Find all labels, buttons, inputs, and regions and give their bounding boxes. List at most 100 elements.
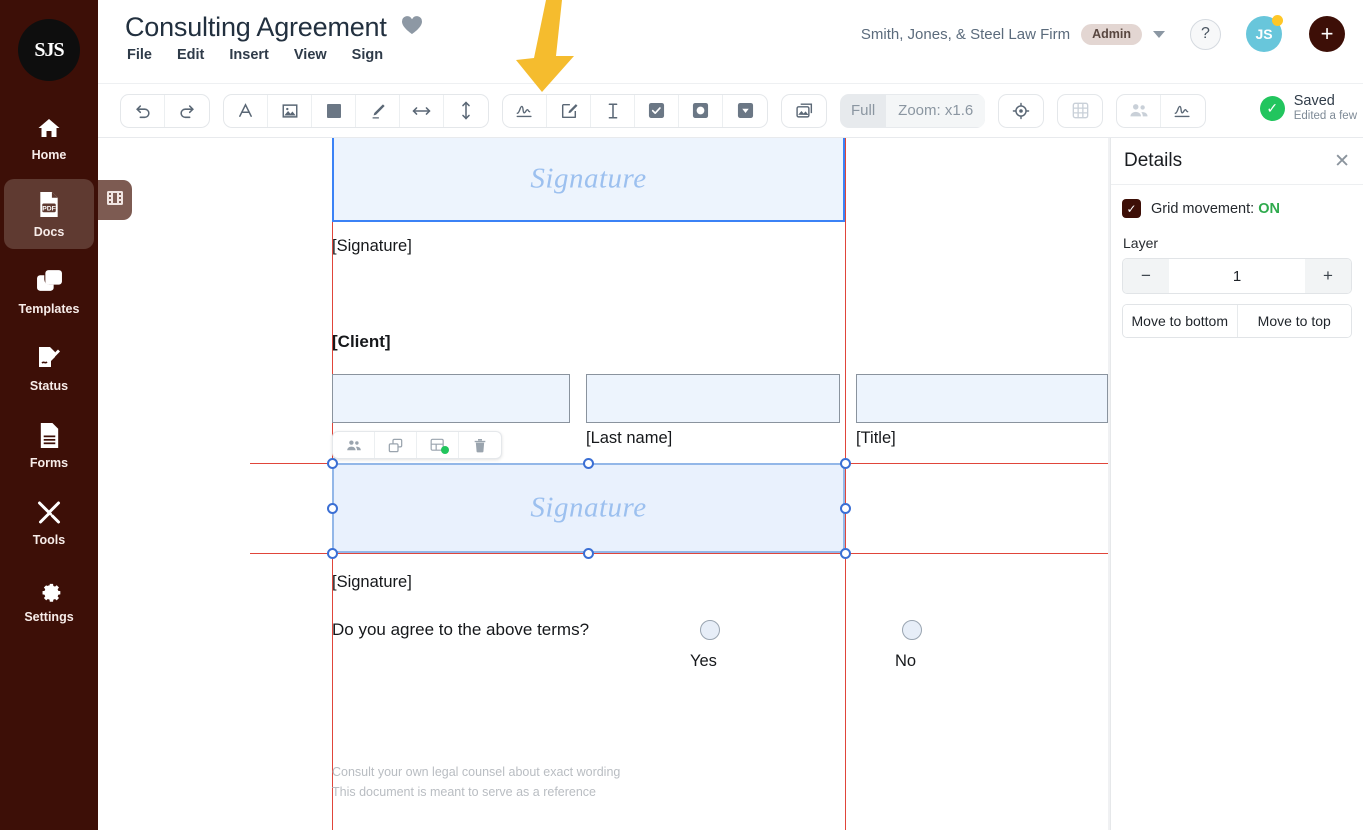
chevron-down-icon[interactable] [1153,30,1165,38]
signature-field-button[interactable] [503,94,547,127]
grid-movement-label: Grid movement: ON [1151,201,1280,217]
send-for-signature-button[interactable] [1161,95,1205,127]
redo-button[interactable] [165,95,209,127]
toolbar-group-history [120,93,210,128]
grid-toggle-button[interactable] [1058,95,1102,127]
add-button[interactable]: + [1309,16,1345,52]
sidebar-item-forms[interactable]: Forms [4,410,94,480]
text-field-button[interactable] [591,94,635,127]
delete-field-button[interactable] [459,432,501,458]
resize-handle-bottom-right[interactable] [839,547,851,559]
toolbar-group-fields [502,93,768,128]
stacked-images-icon [795,102,812,118]
help-button[interactable]: ? [1190,18,1221,50]
toolbar-group-fit [998,93,1045,128]
sidebar-label-settings: Settings [24,609,74,624]
resize-handle-top-center[interactable] [583,457,594,469]
menu-view[interactable]: View [294,47,327,63]
field-settings-button[interactable] [417,432,459,458]
footnote-line-1: Consult your own legal counsel about exa… [332,765,621,779]
menu-insert[interactable]: Insert [229,47,269,63]
duplicate-field-button[interactable] [375,432,417,458]
resize-handle-bottom-left[interactable] [326,547,338,559]
signature-icon [516,105,532,117]
vertical-resize-button[interactable] [444,95,488,127]
menu-file[interactable]: File [127,47,152,63]
sidebar-label-templates: Templates [18,301,80,316]
highlighter-tool-button[interactable] [356,94,400,127]
home-icon [36,113,62,143]
page-manager-button[interactable] [782,95,826,127]
signature-icon [1174,105,1190,117]
logo-text: SJS [34,38,64,61]
main-sidebar: SJS Home PDF Docs Templates Status Forms… [0,0,98,830]
move-to-bottom-button[interactable]: Move to bottom [1123,305,1237,337]
app-root: SJS Home PDF Docs Templates Status Forms… [0,0,1363,830]
app-logo[interactable]: SJS [18,19,80,81]
people-group-icon [346,439,361,450]
save-status: ✓ Saved Edited a few [1259,93,1357,123]
margin-guide-right [845,138,847,830]
text-tool-button[interactable] [224,94,268,127]
radio-field-button[interactable] [679,94,723,127]
resize-handle-middle-right[interactable] [839,502,851,514]
layer-decrement-button[interactable]: − [1123,259,1169,293]
sidebar-item-home[interactable]: Home [4,102,94,172]
signature-field-selected[interactable]: Signature [332,463,845,553]
first-name-field[interactable] [332,374,570,423]
sidebar-item-status[interactable]: Status [4,333,94,403]
avatar[interactable]: JS [1246,15,1283,52]
sidebar-item-tools[interactable]: Tools [4,487,94,557]
document-page[interactable]: Signature [Signature] [Client] [Last nam… [250,138,1108,830]
svg-text:PDF: PDF [42,205,56,212]
assign-recipient-button[interactable] [333,432,375,458]
checkbox-field-button[interactable] [635,94,679,127]
grid-movement-row: ✓ Grid movement: ON [1122,199,1352,218]
signature-field-top[interactable]: Signature [332,138,845,222]
sidebar-item-settings[interactable]: Settings [4,564,94,634]
layer-label: Layer [1123,235,1159,251]
trash-icon [474,438,486,452]
zoom-level-value[interactable]: Zoom: x1.6 [886,94,986,127]
move-to-top-button[interactable]: Move to top [1236,305,1351,337]
sidebar-item-templates[interactable]: Templates [4,256,94,326]
menu-sign[interactable]: Sign [352,47,383,63]
layer-value[interactable]: 1 [1169,259,1305,293]
sidebar-label-forms: Forms [29,455,69,470]
radio-no[interactable] [902,620,922,640]
resize-handle-top-left[interactable] [326,457,338,469]
marker-pen-icon [372,103,385,119]
zoom-mode-button[interactable]: Full [840,95,886,127]
resize-handle-top-right[interactable] [839,457,851,469]
recipients-button[interactable] [1117,94,1162,127]
grid-movement-value: ON [1258,200,1280,217]
dropdown-field-button[interactable] [723,95,767,127]
fit-target-button[interactable] [999,95,1043,127]
resize-handle-middle-left[interactable] [326,502,338,514]
resize-handle-bottom-center[interactable] [583,547,594,559]
grid-movement-checkbox[interactable]: ✓ [1122,199,1141,218]
horizontal-resize-button[interactable] [400,94,444,127]
layer-increment-button[interactable]: + [1305,259,1351,293]
details-panel-body: ✓ Grid movement: ON Layer − 1 + Move to … [1111,185,1363,352]
people-group-icon [1130,104,1148,117]
last-name-field[interactable] [586,374,840,423]
title-field[interactable] [856,374,1108,423]
notification-dot-icon [1272,15,1283,26]
sidebar-item-docs[interactable]: PDF Docs [4,179,94,249]
radio-yes[interactable] [700,620,720,640]
grid-icon [1072,102,1089,119]
menu-edit[interactable]: Edit [177,47,204,63]
toolbar-group-insert [223,93,489,128]
shape-tool-button[interactable] [312,94,356,127]
initials-field-button[interactable] [547,94,591,127]
details-panel-header: Details ✕ [1111,138,1363,185]
dropdown-icon [737,102,753,119]
undo-button[interactable] [121,94,165,127]
close-icon[interactable]: ✕ [1334,152,1350,171]
favorite-button[interactable] [401,15,423,40]
signature-placeholder-top: Signature [530,162,647,195]
sidebar-expand-tab[interactable] [98,180,132,220]
snap-guide-bottom [250,553,1108,554]
image-tool-button[interactable] [268,94,312,127]
